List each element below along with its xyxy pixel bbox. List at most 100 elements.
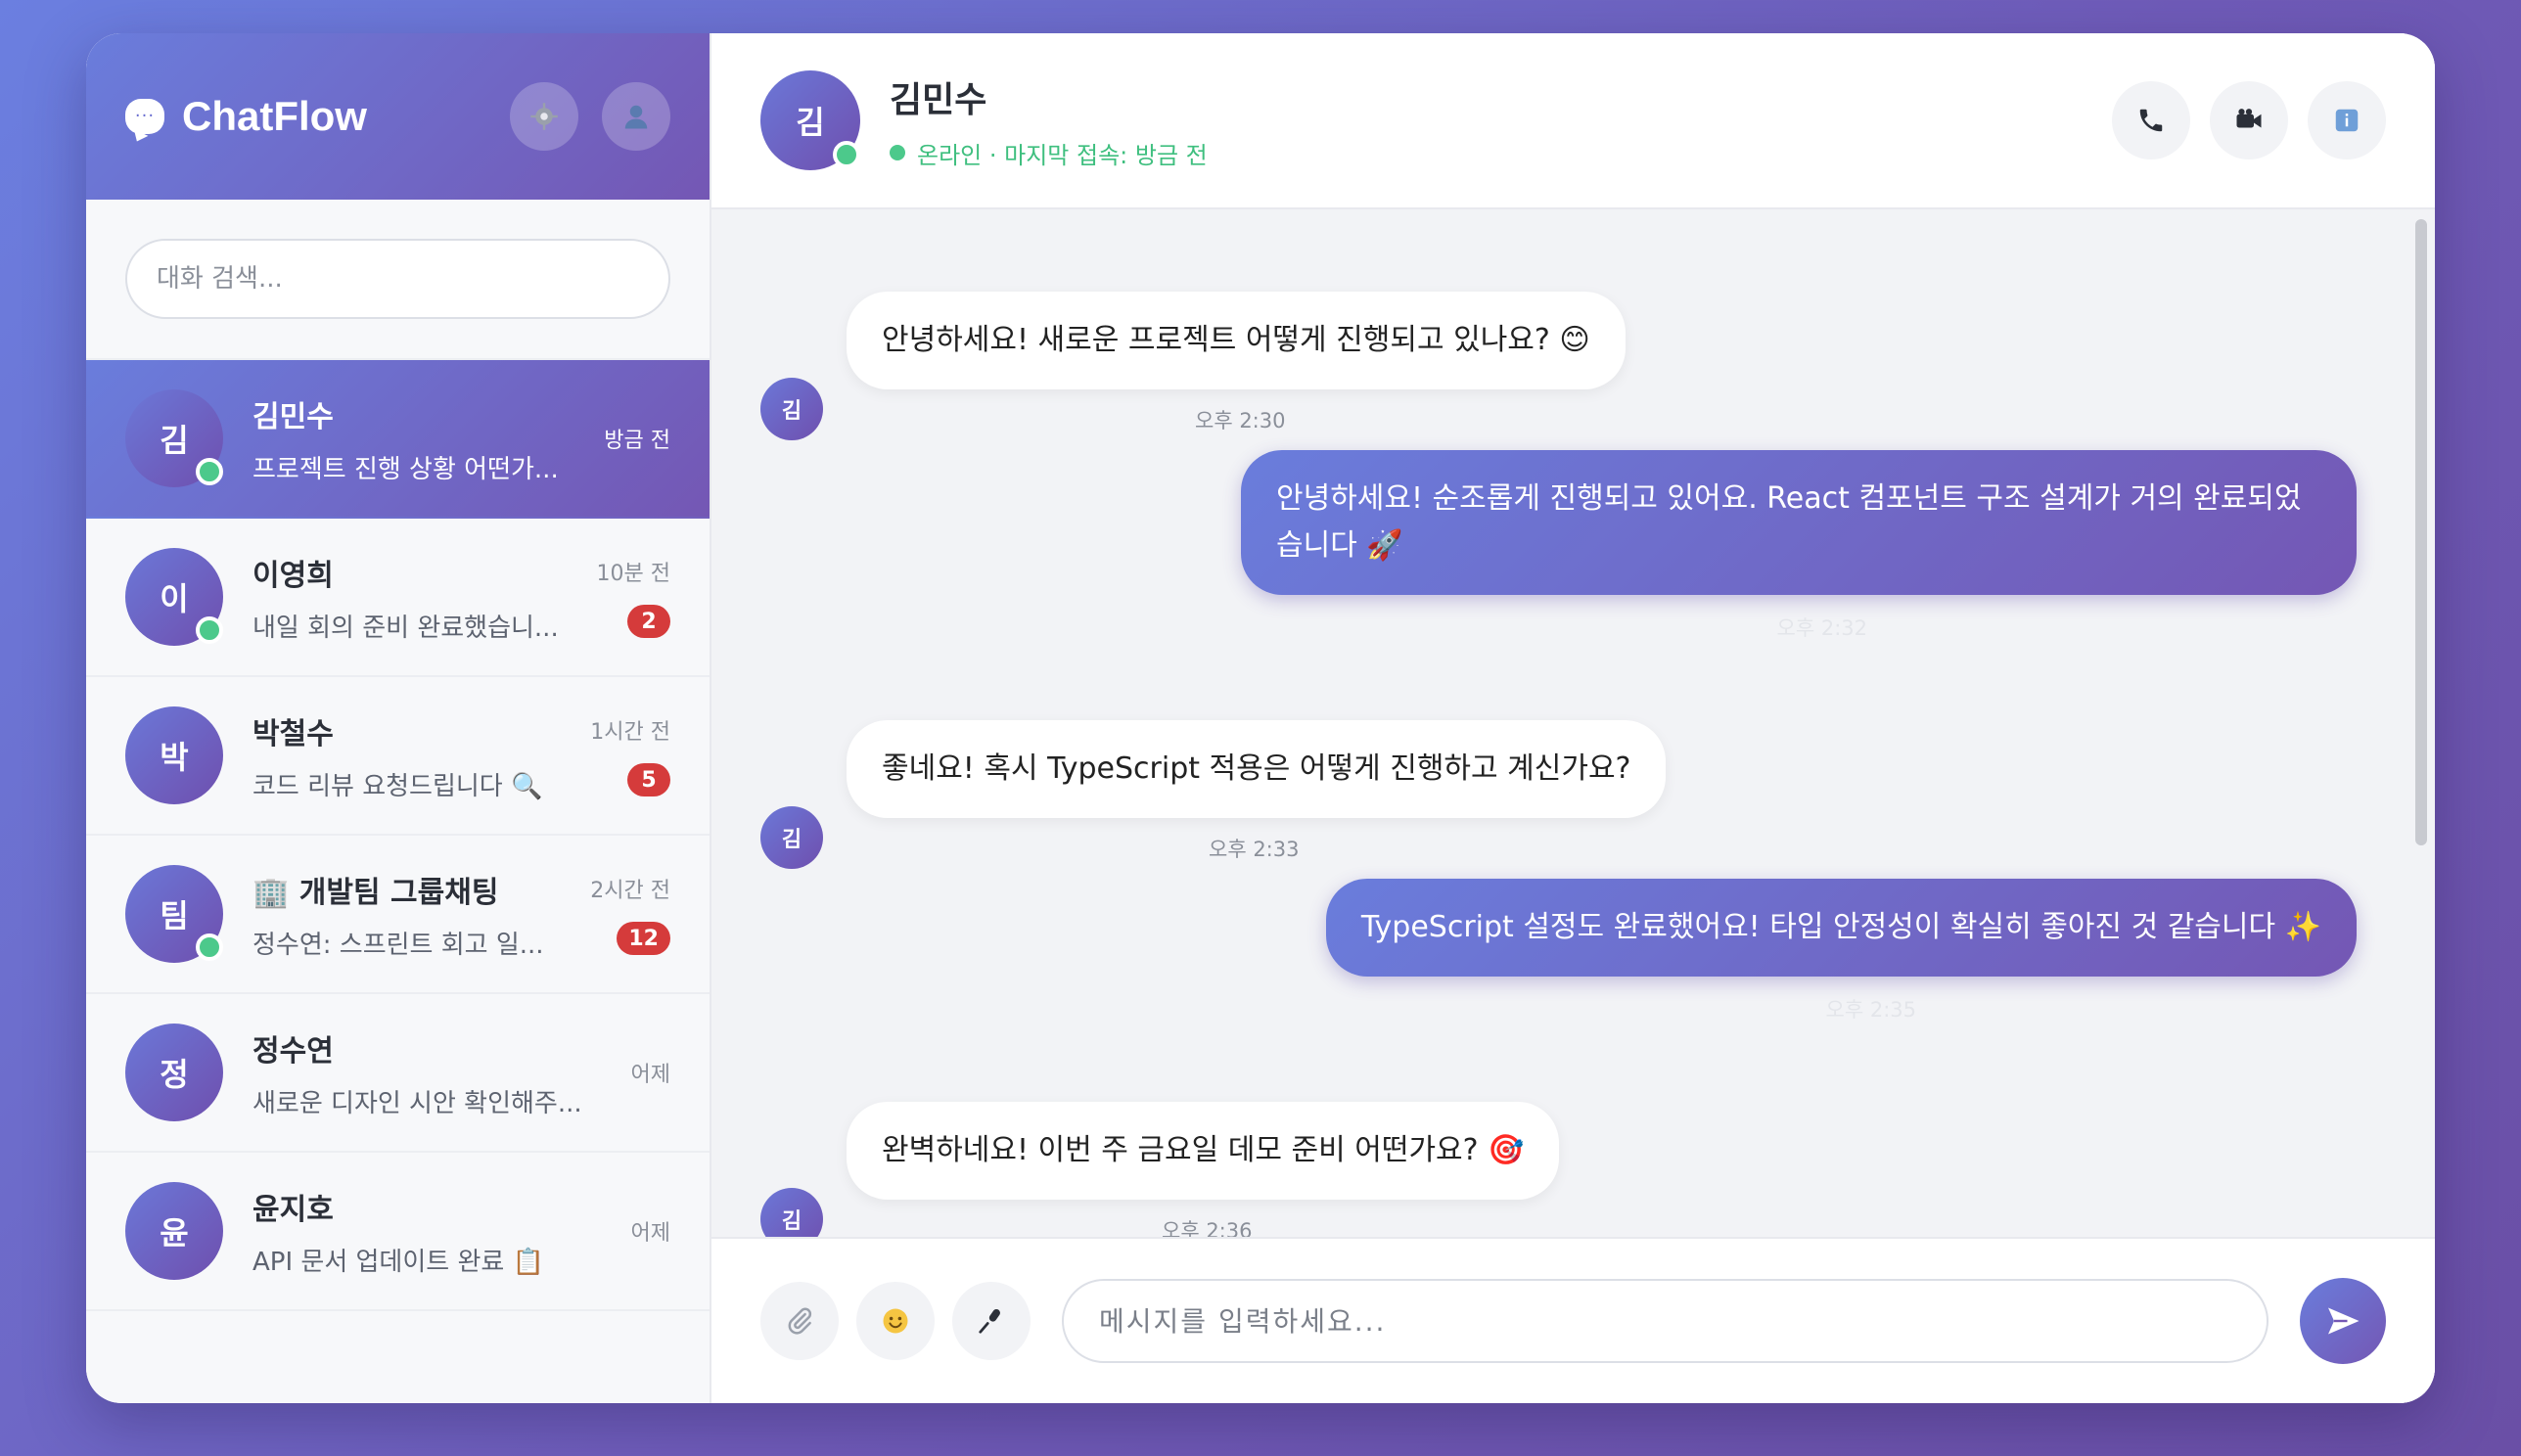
conversation-name: 김민수 xyxy=(252,399,334,434)
conversation-time: 2시간 전 xyxy=(590,879,670,903)
message-bubble: 안녕하세요! 새로운 프로젝트 어떻게 진행되고 있나요? 😊 xyxy=(847,292,1626,389)
conversation-preview: API 문서 업데이트 완료 📋 xyxy=(252,1247,544,1277)
avatar-initial: 김 xyxy=(781,399,802,424)
contact-status: 온라인 · 마지막 접속: 방금 전 xyxy=(890,136,1208,170)
messages-scrollbar[interactable] xyxy=(2415,219,2427,845)
message-row-outgoing: 안녕하세요! 순조롭게 진행되고 있어요. React 컴포넌트 구조 설계가 … xyxy=(760,450,2357,642)
attach-button[interactable] xyxy=(760,1282,839,1360)
conversation-body: 박철수 코드 리뷰 요청드립니다 🔍 xyxy=(252,709,574,802)
conversation-meta: 10분 전 2 xyxy=(597,556,670,638)
avatar-initial: 김 xyxy=(781,1209,802,1234)
message-time: 오후 2:36 xyxy=(1162,1219,1253,1237)
sidebar-header: ··· ChatFlow xyxy=(86,33,710,200)
message-list[interactable]: 김 안녕하세요! 새로운 프로젝트 어떻게 진행되고 있나요? 😊 오후 2:3… xyxy=(711,209,2435,1237)
online-indicator xyxy=(196,458,223,485)
search-section xyxy=(86,200,710,360)
conversation-item-kimminsu[interactable]: 김 김민수 프로젝트 진행 상황 어떤가... 방금 전 xyxy=(86,360,710,519)
conversation-list: 김 김민수 프로젝트 진행 상황 어떤가... 방금 전 이 이영희 내일 회의… xyxy=(86,360,710,1403)
online-indicator xyxy=(196,933,223,961)
conversation-meta: 1시간 전 5 xyxy=(590,714,670,796)
avatar-initial: 박 xyxy=(160,739,189,776)
message-row-incoming: 김 완벽하네요! 이번 주 금요일 데모 준비 어떤가요? 🎯 오후 2:36 xyxy=(760,1102,2357,1237)
conversation-meta: 방금 전 xyxy=(604,423,670,454)
sender-avatar: 김 xyxy=(760,1188,823,1237)
conversation-item-jeongsuyeon[interactable]: 정 정수연 새로운 디자인 시안 확인해주... 어제 xyxy=(86,994,710,1153)
avatar-initial: 팀 xyxy=(160,897,189,934)
contact-avatar: 김 xyxy=(760,70,860,170)
message-time: 오후 2:32 xyxy=(1776,616,1867,640)
voice-message-button[interactable] xyxy=(952,1282,1031,1360)
conversation-preview: 내일 회의 준비 완료했습니... xyxy=(252,613,559,643)
avatar-initial: 김 xyxy=(160,422,189,459)
conversation-search-input[interactable] xyxy=(125,239,670,319)
outgoing-message: 안녕하세요! 순조롭게 진행되고 있어요. React 컴포넌트 구조 설계가 … xyxy=(760,450,2357,642)
conversation-body: 윤지호 API 문서 업데이트 완료 📋 xyxy=(252,1185,616,1278)
sender-avatar: 김 xyxy=(760,806,823,869)
outgoing-message: TypeScript 설정도 완료했어요! 타입 안정성이 확실히 좋아진 것 … xyxy=(760,879,2357,1024)
conversation-name: 이영희 xyxy=(252,558,334,593)
online-indicator xyxy=(833,141,860,168)
status-dot xyxy=(890,145,905,160)
conversation-meta: 어제 xyxy=(631,1215,670,1247)
conversation-preview: 프로젝트 진행 상황 어떤가... xyxy=(252,454,559,484)
send-button[interactable] xyxy=(2300,1278,2386,1364)
voice-call-button[interactable] xyxy=(2112,81,2190,159)
avatar: 팀 xyxy=(125,865,223,963)
send-icon xyxy=(2328,1307,2360,1335)
chat-main: 김 김민수 온라인 · 마지막 접속: 방금 전 김 안녕하세요! 새로운 프로… xyxy=(711,33,2435,1403)
conversation-name: 윤지호 xyxy=(252,1192,334,1227)
message-input[interactable] xyxy=(1062,1279,2269,1363)
online-indicator xyxy=(196,616,223,644)
conversation-body: 🏢 개발팀 그룹채팅 정수연: 스프린트 회고 일... xyxy=(252,868,574,961)
profile-button[interactable] xyxy=(602,82,670,151)
avatar-initial: 윤 xyxy=(160,1214,189,1251)
message-bubble: 안녕하세요! 순조롭게 진행되고 있어요. React 컴포넌트 구조 설계가 … xyxy=(1241,450,2357,595)
conversation-item-dev-team-group[interactable]: 팀 🏢 개발팀 그룹채팅 정수연: 스프린트 회고 일... 2시간 전 12 xyxy=(86,836,710,994)
status-text: 온라인 · 마지막 접속: 방금 전 xyxy=(917,141,1208,169)
avatar: 김 xyxy=(125,389,223,487)
phone-icon xyxy=(2139,109,2163,132)
chat-bubble-icon: ··· xyxy=(125,99,164,134)
conversation-meta: 2시간 전 12 xyxy=(590,873,670,955)
message-time: 오후 2:30 xyxy=(1195,409,1286,432)
message-bubble: 좋네요! 혹시 TypeScript 적용은 어떻게 진행하고 계신가요? xyxy=(847,720,1667,818)
conversation-item-leeyounghee[interactable]: 이 이영희 내일 회의 준비 완료했습니... 10분 전 2 xyxy=(86,519,710,677)
chat-actions xyxy=(2112,81,2386,159)
chat-header: 김 김민수 온라인 · 마지막 접속: 방금 전 xyxy=(711,33,2435,209)
message-row-incoming: 김 안녕하세요! 새로운 프로젝트 어떻게 진행되고 있나요? 😊 오후 2:3… xyxy=(760,292,2357,440)
conversation-item-parkcheolsu[interactable]: 박 박철수 코드 리뷰 요청드립니다 🔍 1시간 전 5 xyxy=(86,677,710,836)
info-button[interactable] xyxy=(2308,81,2386,159)
message-bubble: 완벽하네요! 이번 주 금요일 데모 준비 어떤가요? 🎯 xyxy=(847,1102,1560,1200)
conversation-time: 방금 전 xyxy=(604,429,670,453)
avatar-initial: 김 xyxy=(781,828,802,852)
conversation-time: 10분 전 xyxy=(596,562,670,586)
conversation-name: 박철수 xyxy=(252,716,334,751)
message-row-outgoing: TypeScript 설정도 완료했어요! 타입 안정성이 확실히 좋아진 것 … xyxy=(760,879,2357,1024)
gear-icon xyxy=(530,103,558,130)
emoji-icon xyxy=(883,1308,908,1334)
app-name: ChatFlow xyxy=(182,93,367,139)
emoji-button[interactable] xyxy=(856,1282,935,1360)
avatar-initial: 김 xyxy=(796,104,825,141)
message-time: 오후 2:35 xyxy=(1825,998,1916,1022)
message-bubble: TypeScript 설정도 완료했어요! 타입 안정성이 확실히 좋아진 것 … xyxy=(1325,879,2357,977)
conversation-body: 이영희 내일 회의 준비 완료했습니... xyxy=(252,551,581,644)
unread-badge: 5 xyxy=(627,763,670,796)
video-call-button[interactable] xyxy=(2210,81,2288,159)
settings-button[interactable] xyxy=(510,82,578,151)
brand-icon-dots: ··· xyxy=(134,106,156,126)
header-buttons xyxy=(510,82,670,151)
conversation-time: 어제 xyxy=(630,1063,670,1087)
conversation-body: 정수연 새로운 디자인 시안 확인해주... xyxy=(252,1026,616,1119)
conversation-body: 김민수 프로젝트 진행 상황 어떤가... xyxy=(252,392,588,485)
conversation-preview: 정수연: 스프린트 회고 일... xyxy=(252,930,544,960)
message-time: 오후 2:33 xyxy=(1209,838,1300,861)
conversation-time: 어제 xyxy=(630,1221,670,1246)
chat-app-window: ··· ChatFlow 김 김민수 프로젝트 진행 상황 어떤가... xyxy=(86,33,2435,1403)
message-composer xyxy=(711,1237,2435,1403)
conversation-item-yunjiho[interactable]: 윤 윤지호 API 문서 업데이트 완료 📋 어제 xyxy=(86,1153,710,1311)
contact-info: 김민수 온라인 · 마지막 접속: 방금 전 xyxy=(890,71,1208,170)
message-row-incoming: 김 좋네요! 혹시 TypeScript 적용은 어떻게 진행하고 계신가요? … xyxy=(760,720,2357,869)
microphone-icon xyxy=(979,1308,1000,1334)
conversation-preview: 코드 리뷰 요청드립니다 🔍 xyxy=(252,771,543,801)
